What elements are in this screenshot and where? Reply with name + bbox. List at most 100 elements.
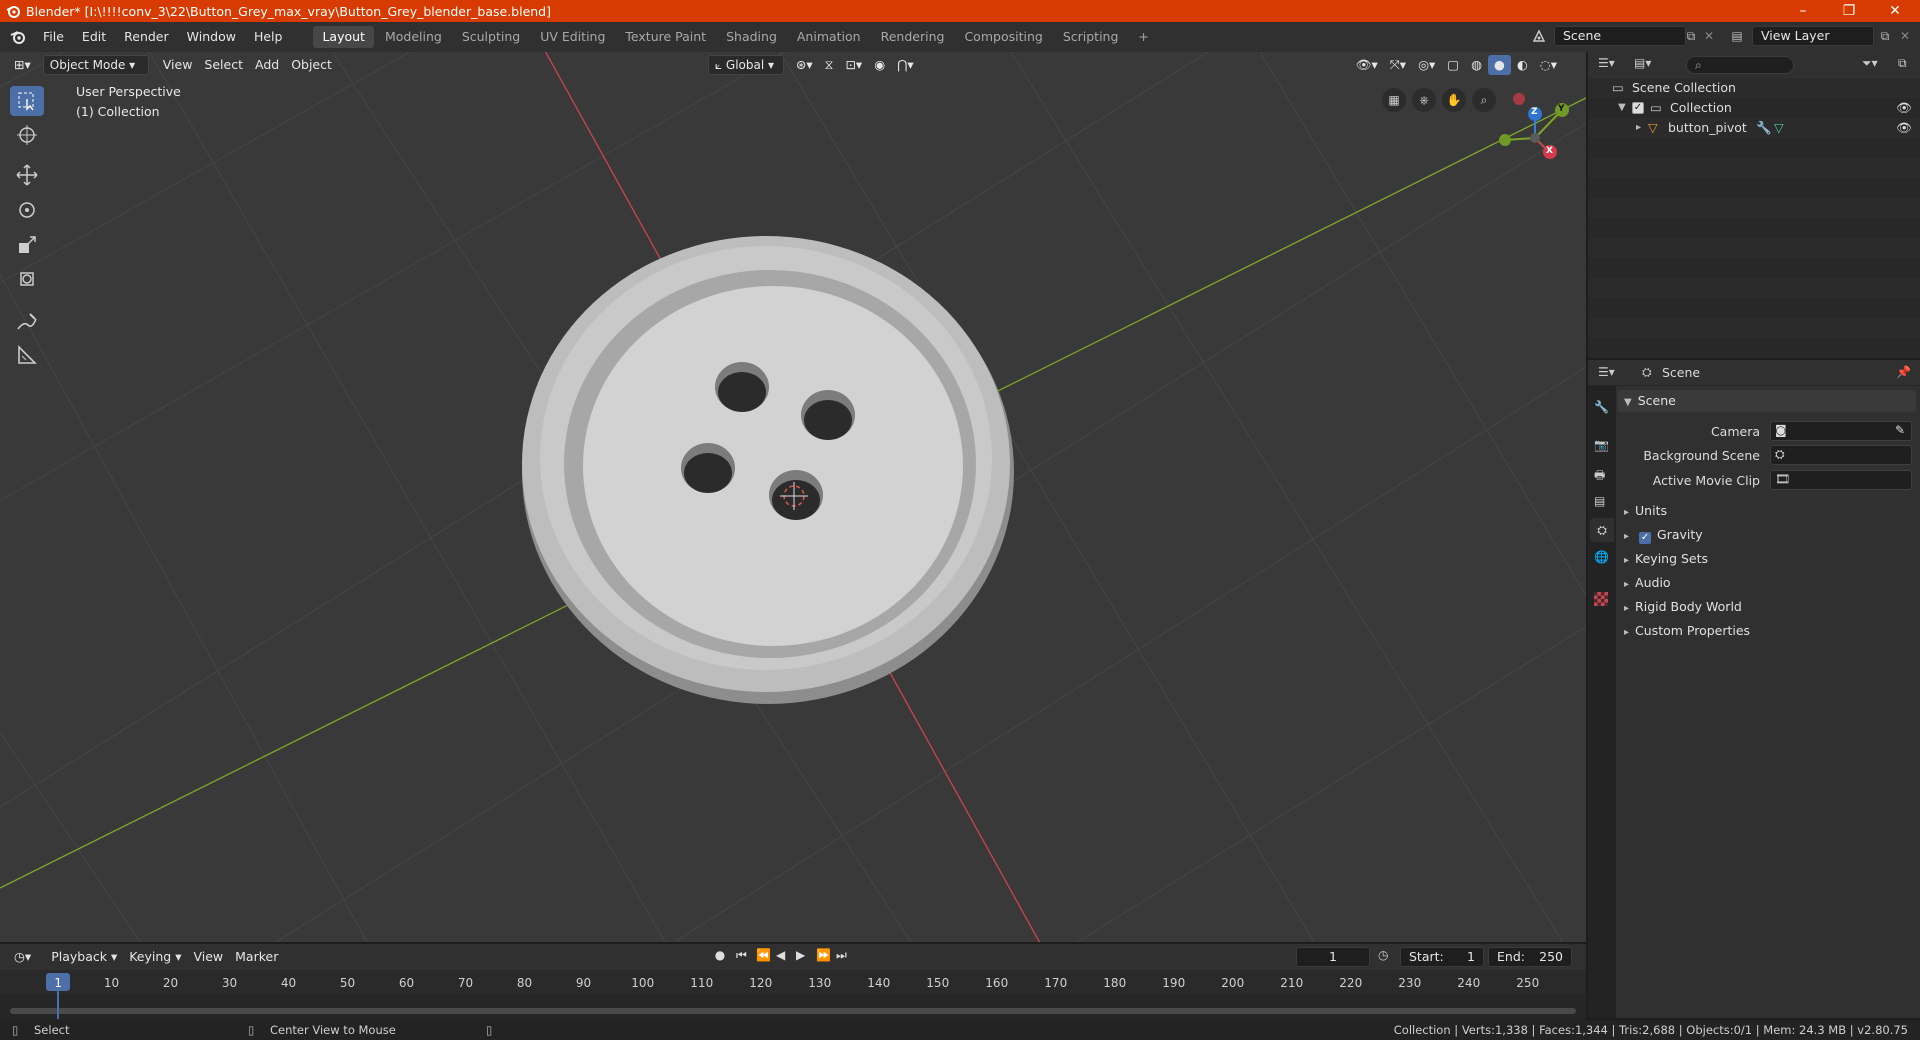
view-layer-icon[interactable]: ▤ <box>1724 26 1750 46</box>
tab-compositing[interactable]: Compositing <box>955 26 1051 48</box>
rendered-shading-icon[interactable]: ◌▾ <box>1534 55 1563 75</box>
pan-view-hand-icon[interactable]: ✋ <box>1442 88 1466 112</box>
render-tab-icon[interactable]: 📷 <box>1594 438 1609 452</box>
pivot-point-icon[interactable]: ⊛▾ <box>790 55 819 75</box>
outliner-row-scene-collection[interactable]: ▭ Scene Collection <box>1588 78 1920 98</box>
select-box-tool[interactable] <box>10 86 44 116</box>
end-frame-field[interactable]: End: 250 <box>1488 947 1572 967</box>
mesh-data-icon[interactable]: ▽ <box>1774 118 1784 138</box>
keying-sets-panel-header[interactable]: ▸ Keying Sets <box>1618 548 1916 570</box>
cursor-tool[interactable] <box>10 120 44 150</box>
jump-to-keyframe-forward-button[interactable]: ⏩ <box>816 948 831 962</box>
scene-tab-icon[interactable]: ⛭ <box>1590 518 1614 542</box>
custom-properties-panel-header[interactable]: ▸ Custom Properties <box>1618 620 1916 642</box>
measure-tool[interactable] <box>10 340 44 370</box>
active-movie-clip-field[interactable]: 🎞 <box>1770 470 1912 490</box>
snap-icon[interactable]: ⧖ <box>819 55 840 75</box>
timeline-menu-playback[interactable]: Playback ▾ <box>45 947 123 967</box>
timeline-editor-type-icon[interactable]: ◷▾ <box>8 947 37 967</box>
new-view-layer-icon[interactable]: ⧉ <box>1874 26 1896 46</box>
gizmo-toggle-icon[interactable]: ⤧▾ <box>1384 55 1412 75</box>
jump-to-start-button[interactable]: ⏮ <box>736 948 747 963</box>
solid-shading-icon[interactable]: ● <box>1488 55 1511 75</box>
output-tab-icon[interactable]: 🖶 <box>1594 466 1605 487</box>
rotate-tool[interactable] <box>10 195 44 225</box>
falloff-icon[interactable]: ⋂▾ <box>891 55 920 75</box>
jump-to-keyframe-back-button[interactable]: ⏪ <box>756 948 771 962</box>
visibility-icon[interactable]: 👁▾ <box>1350 55 1384 75</box>
filter-icon[interactable]: ⏷▾ <box>1862 56 1878 71</box>
camera-field[interactable]: ◙ ✎ <box>1770 421 1912 441</box>
menu-help[interactable]: Help <box>245 22 292 52</box>
area-divider-timeline[interactable] <box>0 942 1586 944</box>
overlays-icon[interactable]: ◎▾ <box>1412 55 1441 75</box>
eye-visibility-icon[interactable]: 👁 <box>1896 118 1912 138</box>
gravity-panel-header[interactable]: ▸ ✓ Gravity <box>1618 524 1916 546</box>
use-preview-range-icon[interactable]: ◷ <box>1378 948 1388 962</box>
play-reverse-button[interactable]: ◀ <box>776 948 785 962</box>
new-scene-icon[interactable]: ⧉ <box>1680 26 1702 46</box>
tab-layout[interactable]: Layout <box>313 26 374 48</box>
tab-scripting[interactable]: Scripting <box>1054 26 1128 48</box>
annotate-tool[interactable] <box>10 307 44 337</box>
minimize-button[interactable]: – <box>1780 0 1826 22</box>
outliner-search-input[interactable]: ⌕ <box>1686 56 1794 74</box>
properties-editor-type-icon[interactable]: ☰▾ <box>1598 365 1615 379</box>
viewport-menu-view[interactable]: View <box>157 55 199 75</box>
close-window-button[interactable]: ✕ <box>1872 0 1918 22</box>
delete-scene-icon[interactable]: ✕ <box>1700 26 1718 46</box>
outliner-row-button-pivot[interactable]: ▸ ▽ button_pivot 🔧 ▽ 👁 <box>1588 118 1920 138</box>
xray-icon[interactable]: ▢ <box>1441 55 1465 75</box>
camera-view-icon[interactable]: ⎈ <box>1412 88 1436 112</box>
play-button[interactable]: ▶ <box>796 948 805 962</box>
timeline-menu-marker[interactable]: Marker <box>229 947 284 967</box>
viewport-menu-select[interactable]: Select <box>198 55 249 75</box>
timeline-scrollbar[interactable] <box>10 1008 1576 1014</box>
tab-texture-paint[interactable]: Texture Paint <box>616 26 715 48</box>
maximize-button[interactable]: ❐ <box>1826 0 1872 22</box>
object-mode-dropdown[interactable]: Object Mode ▾ <box>42 55 149 75</box>
jump-to-end-button[interactable]: ⏭ <box>836 948 847 963</box>
proportional-edit-icon[interactable]: ◉ <box>868 55 891 75</box>
button-mesh[interactable] <box>522 236 1014 704</box>
timeline-menu-view[interactable]: View <box>187 947 229 967</box>
wireframe-shading-icon[interactable]: ◍ <box>1465 55 1488 75</box>
collection-checkbox[interactable]: ✓ <box>1632 102 1644 114</box>
timeline-keyframe-area[interactable] <box>0 994 1586 1020</box>
viewport-menu-add[interactable]: Add <box>249 55 285 75</box>
outliner-editor-type-icon[interactable]: ☰▾ <box>1598 56 1615 70</box>
world-tab-icon[interactable]: 🌐 <box>1594 550 1609 564</box>
toggle-ortho-icon[interactable]: ▦ <box>1382 88 1406 112</box>
units-panel-header[interactable]: ▸ Units <box>1618 500 1916 522</box>
navigation-gizmo[interactable] <box>1499 93 1569 159</box>
menu-edit[interactable]: Edit <box>73 22 115 52</box>
display-mode-icon[interactable]: ▤▾ <box>1634 56 1651 70</box>
gravity-checkbox[interactable]: ✓ <box>1639 532 1652 544</box>
record-button[interactable]: ● <box>712 948 728 966</box>
timeline-menu-keying[interactable]: Keying ▾ <box>123 947 187 967</box>
new-collection-icon[interactable]: ⧉ <box>1898 56 1907 71</box>
scene-selector-icon[interactable] <box>1526 26 1552 46</box>
menu-file[interactable]: File <box>34 22 73 52</box>
area-divider-horizontal[interactable] <box>1588 358 1920 360</box>
menu-window[interactable]: Window <box>178 22 245 52</box>
tab-rendering[interactable]: Rendering <box>872 26 954 48</box>
blender-menu-icon[interactable] <box>10 30 26 44</box>
pin-icon[interactable]: 📌 <box>1896 365 1911 379</box>
tab-sculpting[interactable]: Sculpting <box>453 26 529 48</box>
area-divider-vertical[interactable] <box>1586 52 1588 1020</box>
snap-target-icon[interactable]: ⊡▾ <box>839 55 868 75</box>
transform-orientation-dropdown[interactable]: ⟀ Global ▾ <box>707 55 784 75</box>
eyedropper-icon[interactable]: ✎ <box>1895 423 1905 437</box>
add-workspace-button[interactable]: + <box>1129 26 1157 48</box>
view-layer-tab-icon[interactable]: ▤ <box>1594 494 1605 508</box>
tool-tab-icon[interactable]: 🔧 <box>1594 400 1609 414</box>
expand-arrow-icon[interactable]: ▼ <box>1618 98 1626 118</box>
expand-arrow-icon[interactable]: ▸ <box>1636 118 1641 138</box>
3d-viewport[interactable] <box>0 52 1586 942</box>
tab-uv-editing[interactable]: UV Editing <box>531 26 614 48</box>
audio-panel-header[interactable]: ▸ Audio <box>1618 572 1916 594</box>
background-scene-field[interactable]: ⛭ <box>1770 445 1912 465</box>
modifier-wrench-icon[interactable]: 🔧 <box>1756 118 1772 138</box>
editor-type-icon[interactable]: ⊞▾ <box>8 55 37 75</box>
